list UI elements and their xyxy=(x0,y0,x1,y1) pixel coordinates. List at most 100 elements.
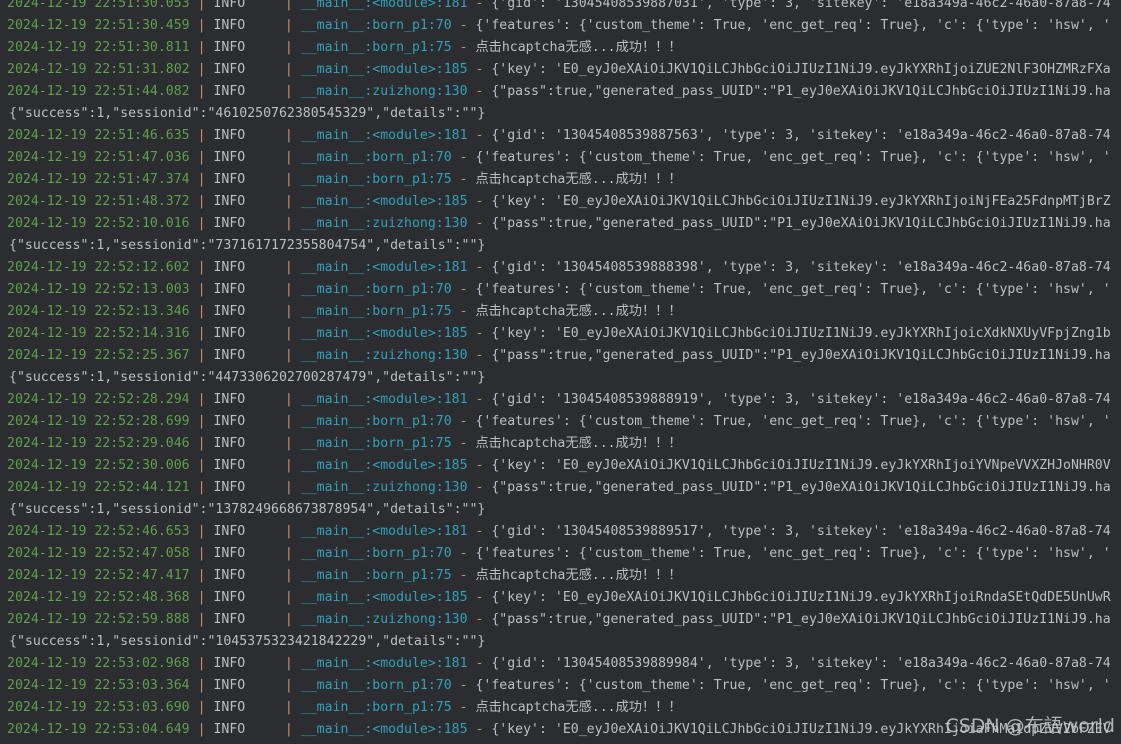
log-module: __main__:<module>:185 xyxy=(300,194,468,209)
log-timestamp: 2024-12-19 22:52:59.888 xyxy=(7,612,190,627)
log-separator: | xyxy=(189,458,214,473)
log-separator: | xyxy=(245,612,301,627)
log-separator: - xyxy=(467,392,492,407)
log-separator: | xyxy=(245,282,301,297)
log-separator: - xyxy=(467,524,492,539)
log-separator: - xyxy=(467,326,492,341)
log-separator: - xyxy=(467,348,492,363)
log-level: INFO xyxy=(213,436,246,451)
log-level: INFO xyxy=(213,414,246,429)
log-separator: - xyxy=(451,172,476,187)
log-separator: | xyxy=(245,304,301,319)
log-timestamp: 2024-12-19 22:53:03.364 xyxy=(7,678,190,693)
log-line: 2024-12-19 22:53:02.968 | INFO | __main_… xyxy=(0,653,1121,675)
log-separator: | xyxy=(189,612,214,627)
log-module: __main__:<module>:185 xyxy=(300,722,468,737)
log-separator: | xyxy=(245,678,301,693)
log-separator: | xyxy=(189,84,214,99)
log-line: 2024-12-19 22:52:13.346 | INFO | __main_… xyxy=(0,301,1121,323)
log-separator: | xyxy=(189,326,214,341)
log-message: {'gid': '13045408539887563', 'type': 3, … xyxy=(491,128,1111,143)
log-separator: - xyxy=(467,0,492,11)
log-message: {'features': {'custom_theme': True, 'enc… xyxy=(475,150,1111,165)
log-line: 2024-12-19 22:51:48.372 | INFO | __main_… xyxy=(0,191,1121,213)
log-separator: | xyxy=(189,392,214,407)
log-timestamp: 2024-12-19 22:51:48.372 xyxy=(7,194,190,209)
raw-output-text: {"success":1,"sessionid":"10453753234218… xyxy=(9,634,486,649)
log-message: {'key': 'E0_eyJ0eXAiOiJKV1QiLCJhbGciOiJI… xyxy=(491,194,1111,209)
log-level: INFO xyxy=(213,172,246,187)
log-separator: | xyxy=(189,18,214,33)
log-timestamp: 2024-12-19 22:52:14.316 xyxy=(7,326,190,341)
log-message: {'features': {'custom_theme': True, 'enc… xyxy=(475,414,1111,429)
log-separator: - xyxy=(467,216,492,231)
log-level: INFO xyxy=(213,216,246,231)
log-module: __main__:zuizhong:130 xyxy=(300,480,468,495)
log-separator: | xyxy=(189,150,214,165)
log-message: {'gid': '13045408539888398', 'type': 3, … xyxy=(491,260,1111,275)
log-message: 点击hcaptcha无感...成功！！！ xyxy=(475,700,682,715)
log-separator: | xyxy=(245,546,301,561)
log-level: INFO xyxy=(213,678,246,693)
log-level: INFO xyxy=(213,348,246,363)
console-output[interactable]: 2024-12-19 22:51:30.053 | INFO | __main_… xyxy=(0,0,1121,741)
log-separator: | xyxy=(245,722,301,737)
log-message: 点击hcaptcha无感...成功！！！ xyxy=(475,568,682,583)
log-timestamp: 2024-12-19 22:52:28.699 xyxy=(7,414,190,429)
log-message: {"pass":true,"generated_pass_UUID":"P1_e… xyxy=(491,612,1111,627)
log-separator: - xyxy=(451,546,476,561)
log-separator: | xyxy=(189,678,214,693)
log-module: __main__:born_p1:70 xyxy=(300,678,452,693)
log-timestamp: 2024-12-19 22:52:48.368 xyxy=(7,590,190,605)
log-line: 2024-12-19 22:52:47.417 | INFO | __main_… xyxy=(0,565,1121,587)
log-separator: | xyxy=(189,656,214,671)
log-level: INFO xyxy=(213,194,246,209)
log-separator: | xyxy=(245,128,301,143)
log-separator: | xyxy=(189,282,214,297)
log-message: 点击hcaptcha无感...成功！！！ xyxy=(475,40,682,55)
log-timestamp: 2024-12-19 22:51:47.374 xyxy=(7,172,190,187)
log-separator: | xyxy=(245,348,301,363)
log-line: 2024-12-19 22:52:14.316 | INFO | __main_… xyxy=(0,323,1121,345)
log-separator: | xyxy=(189,700,214,715)
log-level: INFO xyxy=(213,260,246,275)
log-separator: - xyxy=(467,590,492,605)
log-timestamp: 2024-12-19 22:53:03.690 xyxy=(7,700,190,715)
log-module: __main__:<module>:181 xyxy=(300,656,468,671)
raw-output-line: {"success":1,"sessionid":"46102507623805… xyxy=(0,103,1121,125)
log-level: INFO xyxy=(213,18,246,33)
log-separator: - xyxy=(467,194,492,209)
log-level: INFO xyxy=(213,546,246,561)
log-module: __main__:born_p1:75 xyxy=(300,172,452,187)
log-timestamp: 2024-12-19 22:52:13.346 xyxy=(7,304,190,319)
log-module: __main__:born_p1:70 xyxy=(300,18,452,33)
log-separator: | xyxy=(245,458,301,473)
raw-output-line: {"success":1,"sessionid":"44733062027002… xyxy=(0,367,1121,389)
log-separator: | xyxy=(189,304,214,319)
log-module: __main__:born_p1:75 xyxy=(300,700,452,715)
log-message: 点击hcaptcha无感...成功！！！ xyxy=(475,172,682,187)
log-separator: | xyxy=(245,326,301,341)
log-separator: | xyxy=(189,260,214,275)
log-separator: | xyxy=(245,590,301,605)
log-separator: | xyxy=(189,524,214,539)
log-separator: | xyxy=(245,40,301,55)
log-separator: | xyxy=(189,62,214,77)
log-line: 2024-12-19 22:51:47.036 | INFO | __main_… xyxy=(0,147,1121,169)
log-module: __main__:<module>:181 xyxy=(300,524,468,539)
log-separator: - xyxy=(467,84,492,99)
log-line: 2024-12-19 22:51:44.082 | INFO | __main_… xyxy=(0,81,1121,103)
log-module: __main__:born_p1:75 xyxy=(300,568,452,583)
log-level: INFO xyxy=(213,700,246,715)
log-level: INFO xyxy=(213,480,246,495)
log-timestamp: 2024-12-19 22:52:29.046 xyxy=(7,436,190,451)
log-separator: - xyxy=(467,612,492,627)
log-separator: | xyxy=(245,392,301,407)
raw-output-text: {"success":1,"sessionid":"73716171723558… xyxy=(9,238,486,253)
log-message: {"pass":true,"generated_pass_UUID":"P1_e… xyxy=(491,348,1111,363)
log-separator: | xyxy=(189,568,214,583)
log-separator: - xyxy=(451,414,476,429)
log-separator: - xyxy=(467,128,492,143)
log-module: __main__:<module>:181 xyxy=(300,392,468,407)
log-message: {'features': {'custom_theme': True, 'enc… xyxy=(475,546,1111,561)
